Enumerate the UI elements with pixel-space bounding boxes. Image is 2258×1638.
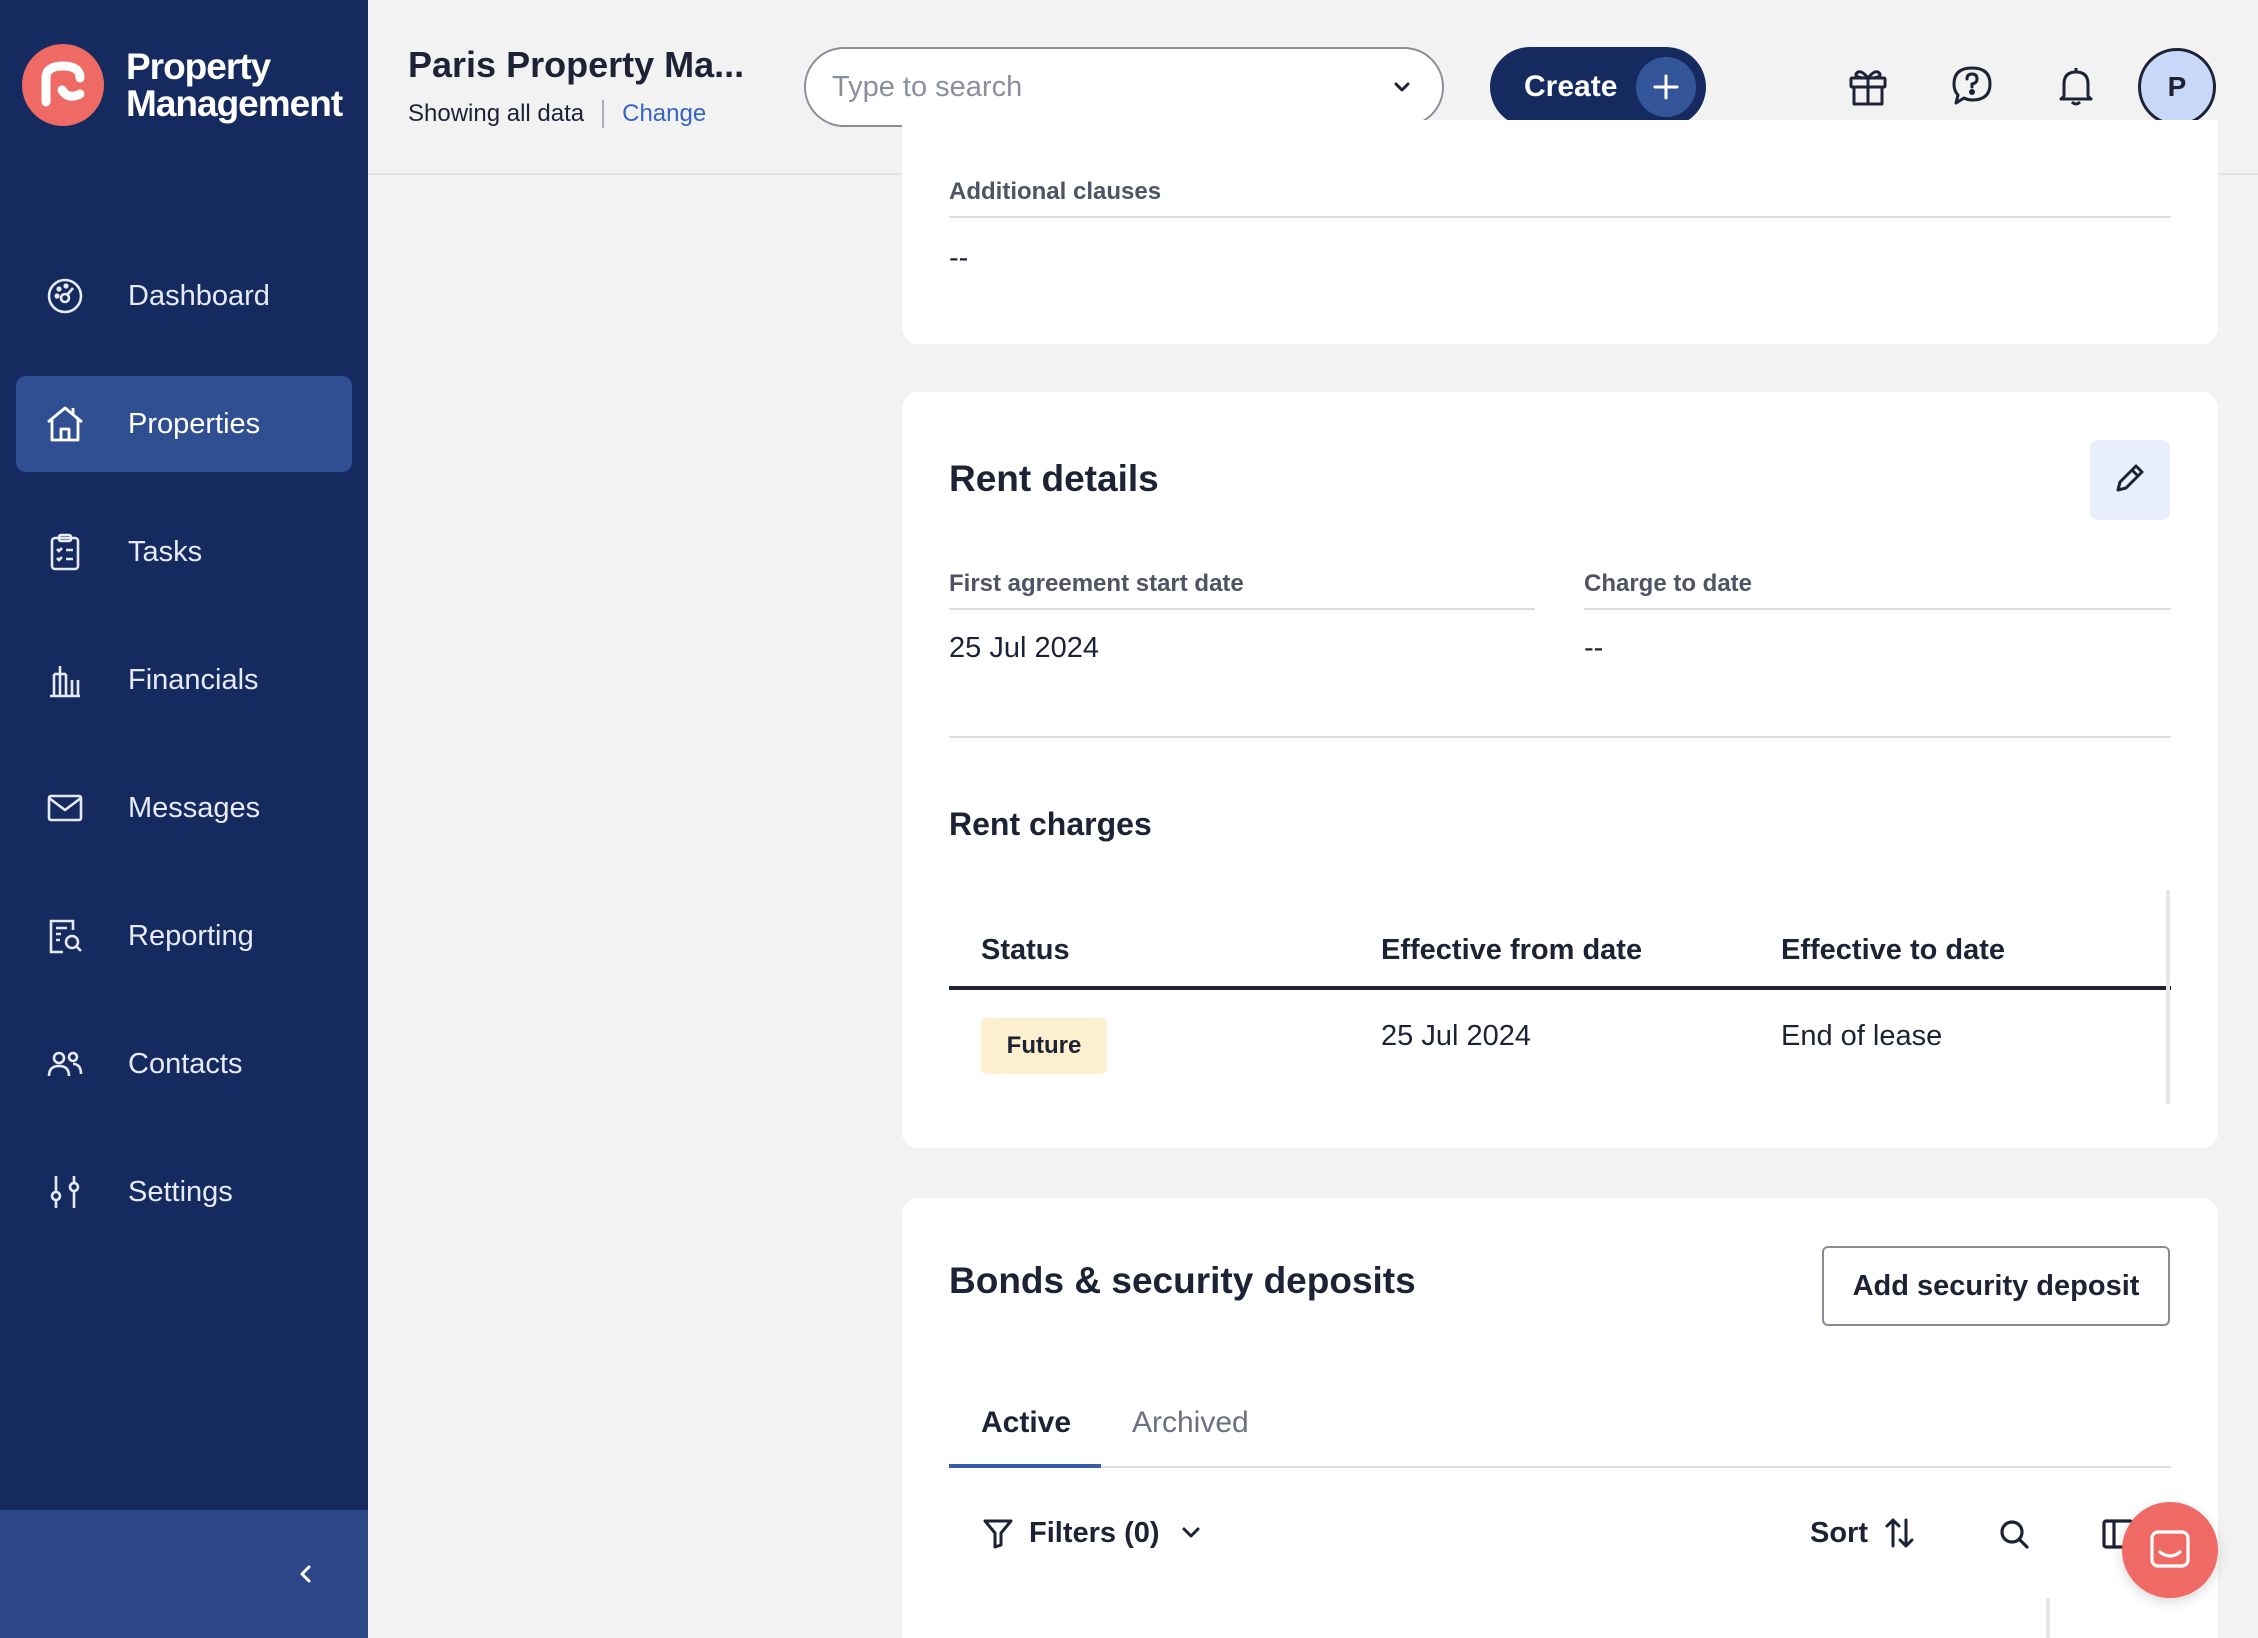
- user-avatar[interactable]: P: [2138, 48, 2216, 126]
- status-badge: Future: [981, 1018, 1107, 1074]
- divider: [949, 608, 1535, 610]
- sidebar-item-label: Properties: [128, 407, 261, 440]
- table-scrollbar[interactable]: [2046, 1598, 2050, 1638]
- filters-button[interactable]: Filters (0): [981, 1516, 1204, 1550]
- change-account-link[interactable]: Change: [622, 100, 706, 128]
- filters-label: Filters (0): [1029, 1516, 1160, 1549]
- brand[interactable]: Property Management: [22, 44, 343, 126]
- sidebar-item-contacts[interactable]: Contacts: [16, 1016, 352, 1112]
- field-value: --: [1584, 632, 1604, 664]
- field-label: Charge to date: [1584, 570, 1753, 597]
- sort-arrows-icon: [1882, 1516, 1916, 1550]
- tab-archived[interactable]: Archived: [1132, 1406, 1249, 1440]
- column-header-effective-from[interactable]: Effective from date: [1381, 934, 1642, 967]
- divider: [1584, 608, 2171, 610]
- contacts-icon: [42, 1041, 88, 1087]
- divider: [602, 100, 605, 128]
- sidebar-item-properties[interactable]: Properties: [16, 376, 352, 472]
- sidebar-item-financials[interactable]: Financials: [16, 632, 352, 728]
- sliders-icon: [42, 1169, 88, 1215]
- sidebar-item-reporting[interactable]: Reporting: [16, 888, 352, 984]
- brand-name: Property Management: [126, 46, 343, 124]
- plus-icon: [1636, 57, 1696, 117]
- field-label: First agreement start date: [949, 570, 1244, 597]
- additional-clauses-card: Additional clauses --: [902, 120, 2218, 344]
- mail-icon: [42, 785, 88, 831]
- section-divider: [949, 736, 2171, 738]
- table-scrollbar[interactable]: [2166, 890, 2170, 1104]
- sidebar-item-label: Reporting: [128, 919, 254, 952]
- search-icon[interactable]: [1996, 1516, 2032, 1552]
- search-input[interactable]: [832, 70, 1372, 104]
- report-search-icon: [42, 913, 88, 959]
- clipboard-icon: [42, 529, 88, 575]
- divider: [949, 216, 2171, 218]
- rent-charges-title: Rent charges: [949, 806, 1152, 842]
- help-icon[interactable]: [1946, 60, 1998, 112]
- chevron-down-icon[interactable]: [1388, 73, 1416, 106]
- search-box[interactable]: [804, 47, 1444, 127]
- dashboard-icon: [42, 273, 88, 319]
- sidebar-item-label: Settings: [128, 1175, 233, 1208]
- bonds-card: Bonds & security deposits Add security d…: [902, 1198, 2218, 1638]
- brand-name-line1: Property: [126, 46, 271, 87]
- filter-icon: [981, 1516, 1015, 1550]
- sidebar-item-tasks[interactable]: Tasks: [16, 504, 352, 600]
- field-value: 25 Jul 2024: [949, 632, 1099, 664]
- bonds-title: Bonds & security deposits: [949, 1260, 1416, 1301]
- brand-logo-icon: [22, 44, 104, 126]
- brand-name-line2: Management: [126, 83, 343, 124]
- gift-icon[interactable]: [1842, 60, 1894, 112]
- column-header-effective-to[interactable]: Effective to date: [1781, 934, 2005, 967]
- create-button[interactable]: Create: [1490, 47, 1706, 127]
- sidebar: Property Management Dashboard Properties: [0, 0, 368, 1638]
- sidebar-item-settings[interactable]: Settings: [16, 1144, 352, 1240]
- sidebar-nav: Dashboard Properties Tasks Financials Me…: [16, 248, 352, 1272]
- chevron-left-icon[interactable]: [286, 1554, 326, 1594]
- tabs-divider: [949, 1466, 2171, 1468]
- active-tab-indicator: [949, 1464, 1101, 1468]
- column-header-status[interactable]: Status: [981, 934, 1070, 967]
- account-scope-text: Showing all data: [408, 100, 585, 127]
- rent-details-title: Rent details: [949, 458, 1159, 499]
- sidebar-item-label: Tasks: [128, 535, 203, 568]
- sort-button[interactable]: Sort: [1810, 1516, 1916, 1550]
- table-cell-to: End of lease: [1781, 1020, 1943, 1052]
- tab-active[interactable]: Active: [981, 1406, 1071, 1440]
- account-subtitle: Showing all data Change: [408, 100, 706, 128]
- field-label: Additional clauses: [949, 178, 1162, 205]
- table-cell-from: 25 Jul 2024: [1381, 1020, 1531, 1052]
- table-header-divider: [949, 986, 2171, 990]
- home-icon: [42, 401, 88, 447]
- chevron-down-icon: [1178, 1520, 1204, 1546]
- bank-icon: [42, 657, 88, 703]
- chat-launcher-button[interactable]: [2122, 1502, 2218, 1598]
- sidebar-item-label: Financials: [128, 663, 259, 696]
- sidebar-item-dashboard[interactable]: Dashboard: [16, 248, 352, 344]
- add-security-deposit-button[interactable]: Add security deposit: [1822, 1246, 2170, 1326]
- sidebar-item-label: Dashboard: [128, 279, 270, 312]
- field-value: --: [949, 242, 969, 274]
- sidebar-item-label: Contacts: [128, 1047, 243, 1080]
- sidebar-item-messages[interactable]: Messages: [16, 760, 352, 856]
- sidebar-item-label: Messages: [128, 791, 261, 824]
- rent-details-card: Rent details First agreement start date …: [902, 392, 2218, 1148]
- chat-icon: [2146, 1526, 2194, 1574]
- bell-icon[interactable]: [2050, 60, 2102, 112]
- create-button-label: Create: [1524, 70, 1618, 103]
- edit-button[interactable]: [2090, 440, 2170, 520]
- sidebar-collapse-bar: [0, 1510, 368, 1638]
- sort-label: Sort: [1810, 1516, 1868, 1549]
- pencil-icon: [2112, 460, 2148, 501]
- account-title: Paris Property Ma...: [408, 44, 745, 85]
